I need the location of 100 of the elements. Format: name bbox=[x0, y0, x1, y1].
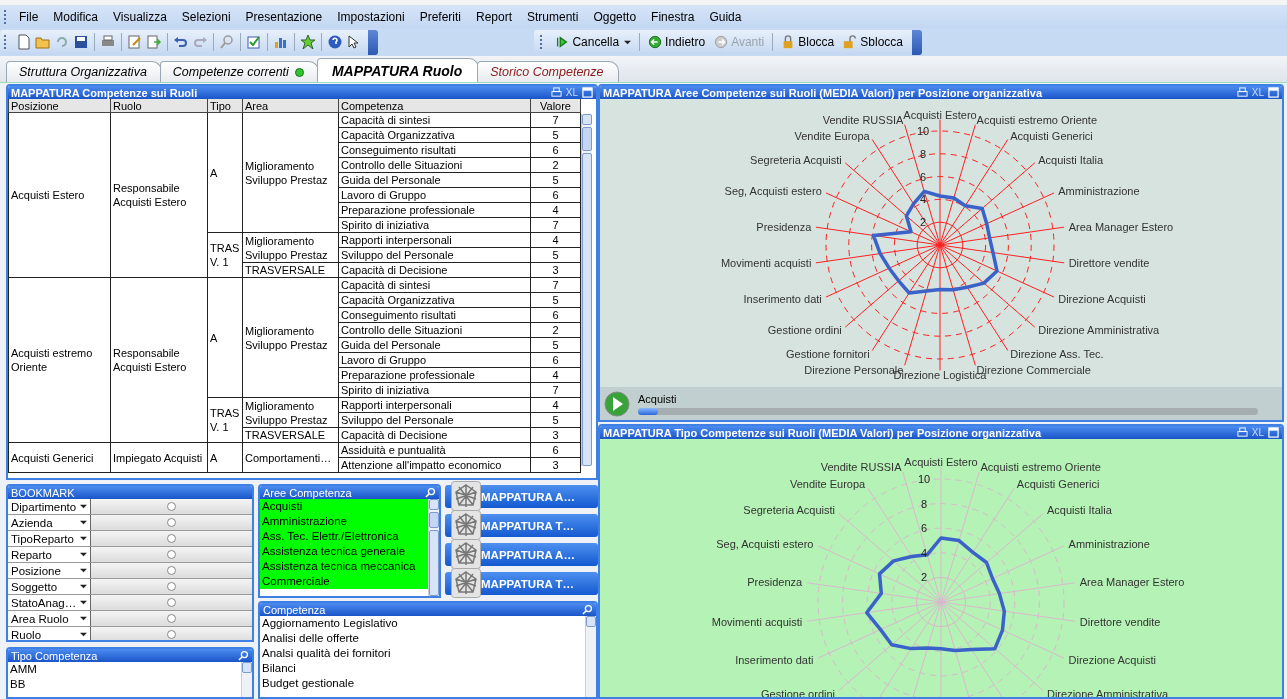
excel-export-button[interactable]: XL bbox=[565, 87, 578, 98]
help-icon[interactable] bbox=[327, 34, 343, 50]
radio-button[interactable] bbox=[167, 534, 176, 543]
column-header[interactable]: Ruolo bbox=[110, 99, 208, 113]
list-item[interactable]: Bilanci bbox=[260, 661, 585, 676]
list-item[interactable]: Amministrazione bbox=[260, 514, 428, 529]
menu-item[interactable]: Visualizza bbox=[107, 9, 176, 24]
excel-export-button[interactable]: XL bbox=[1251, 87, 1264, 98]
bookmark-dropdown[interactable]: Reparto bbox=[8, 547, 91, 562]
radio-button[interactable] bbox=[167, 582, 176, 591]
menu-item[interactable]: Selezioni bbox=[175, 9, 240, 24]
list-item[interactable]: Analisi delle offerte bbox=[260, 631, 585, 646]
maximize-icon[interactable] bbox=[1268, 427, 1279, 438]
scrollbar[interactable] bbox=[241, 662, 252, 697]
list-item[interactable]: Commerciale bbox=[260, 574, 428, 589]
list-item[interactable]: Ass. Tec. Elettr./Elettronica bbox=[260, 529, 428, 544]
print-icon[interactable] bbox=[550, 87, 562, 98]
scrollbar[interactable] bbox=[581, 114, 592, 466]
sheet-tab[interactable]: MAPPATURA Ruolo bbox=[316, 58, 480, 82]
toolbar-overflow-button[interactable] bbox=[368, 29, 378, 55]
menu-item[interactable]: Finestra bbox=[645, 9, 704, 24]
search-icon[interactable] bbox=[238, 650, 249, 661]
bookmark-dropdown[interactable]: TipoReparto bbox=[8, 531, 91, 546]
list-item[interactable]: Aggiornamento Legislativo bbox=[260, 616, 585, 631]
search-icon[interactable] bbox=[425, 487, 436, 498]
menu-item[interactable]: Impostazioni bbox=[331, 9, 414, 24]
new-file-icon[interactable] bbox=[16, 34, 32, 50]
scrollbar[interactable] bbox=[585, 616, 596, 697]
toolbar-button[interactable]: Sblocca bbox=[840, 35, 906, 49]
bookmark-dropdown[interactable]: StatoAnag… bbox=[8, 595, 91, 610]
save-icon[interactable] bbox=[73, 34, 89, 50]
list-item[interactable]: BB bbox=[8, 677, 241, 692]
maximize-icon[interactable] bbox=[1268, 87, 1279, 98]
bookmark-value-field[interactable] bbox=[91, 611, 252, 626]
maximize-icon[interactable] bbox=[582, 87, 593, 98]
column-header[interactable]: Area bbox=[242, 99, 339, 113]
undo-icon[interactable] bbox=[173, 34, 189, 50]
bookmark-value-field[interactable] bbox=[91, 531, 252, 546]
open-folder-icon[interactable] bbox=[35, 34, 51, 50]
checkbox-icon[interactable] bbox=[246, 34, 262, 50]
menu-item[interactable]: Strumenti bbox=[521, 9, 588, 24]
list-item[interactable]: AMM bbox=[8, 662, 241, 677]
radio-button[interactable] bbox=[167, 566, 176, 575]
menu-item[interactable]: Oggetto bbox=[587, 9, 646, 24]
edit-icon[interactable] bbox=[127, 34, 143, 50]
list-item[interactable]: Assistenza tecnica meccanica bbox=[260, 559, 428, 574]
radio-button[interactable] bbox=[167, 518, 176, 527]
list-item[interactable]: Analsi qualità dei fornitori bbox=[260, 646, 585, 661]
menu-item[interactable]: Report bbox=[470, 9, 521, 24]
toolbar-overflow-button[interactable] bbox=[912, 29, 922, 55]
bookmark-value-field[interactable] bbox=[91, 627, 252, 640]
print-icon[interactable] bbox=[1236, 427, 1248, 438]
list-item[interactable]: Assistenza tecnica generale bbox=[260, 544, 428, 559]
table-cell: 5 bbox=[530, 337, 581, 353]
star-icon[interactable] bbox=[300, 34, 316, 50]
toolbar-button[interactable]: Indietro bbox=[645, 35, 709, 49]
bookmark-value-field[interactable] bbox=[91, 595, 252, 610]
bookmark-dropdown[interactable]: Dipartimento bbox=[8, 499, 91, 514]
bookmark-value-field[interactable] bbox=[91, 499, 252, 514]
toolbar-button[interactable]: Blocca bbox=[778, 35, 838, 49]
menu-item[interactable]: Presentazione bbox=[239, 9, 332, 24]
print-icon[interactable] bbox=[1236, 87, 1248, 98]
bookmark-value-field[interactable] bbox=[91, 563, 252, 578]
bookmark-value-field[interactable] bbox=[91, 515, 252, 530]
slider-track[interactable] bbox=[638, 407, 1258, 415]
radio-button[interactable] bbox=[167, 550, 176, 559]
bookmark-dropdown[interactable]: Area Ruolo bbox=[8, 611, 91, 626]
table-cell: TRASVERSALE bbox=[242, 262, 339, 278]
export-icon[interactable] bbox=[146, 34, 162, 50]
menu-item[interactable]: Preferiti bbox=[413, 9, 470, 24]
bookmark-dropdown[interactable]: Azienda bbox=[8, 515, 91, 530]
list-item[interactable]: Acquisti bbox=[260, 499, 428, 514]
bookmark-value-field[interactable] bbox=[91, 579, 252, 594]
sheet-tab[interactable]: Storico Competenze bbox=[477, 61, 619, 82]
excel-export-button[interactable]: XL bbox=[1251, 427, 1264, 438]
radio-button[interactable] bbox=[167, 614, 176, 623]
radio-button[interactable] bbox=[167, 502, 176, 511]
bookmark-dropdown[interactable]: Posizione bbox=[8, 563, 91, 578]
sheet-tab[interactable]: Struttura Organizzativa bbox=[6, 61, 162, 82]
bookmark-dropdown[interactable]: Ruolo bbox=[8, 627, 91, 640]
toolbar-button[interactable]: Cancella bbox=[552, 35, 635, 49]
menu-item[interactable]: Modifica bbox=[47, 9, 108, 24]
column-header[interactable]: Competenza bbox=[338, 99, 531, 113]
table-cell: Responsabile Acquisti Estero bbox=[110, 112, 208, 278]
menu-item[interactable]: File bbox=[13, 9, 48, 24]
scrollbar[interactable] bbox=[428, 499, 439, 596]
search-icon[interactable] bbox=[582, 604, 593, 615]
column-header[interactable]: Posizione bbox=[8, 99, 111, 113]
bookmark-value-field[interactable] bbox=[91, 547, 252, 562]
radio-button[interactable] bbox=[167, 630, 176, 639]
bookmark-dropdown[interactable]: Soggetto bbox=[8, 579, 91, 594]
play-button[interactable] bbox=[604, 390, 630, 417]
radio-button[interactable] bbox=[167, 598, 176, 607]
table-cell: Controllo delle Situazioni bbox=[338, 322, 531, 338]
sheet-tab[interactable]: Competenze correnti bbox=[159, 61, 319, 82]
slider-thumb[interactable] bbox=[638, 407, 658, 415]
menu-item[interactable]: Guida bbox=[703, 9, 751, 24]
list-item[interactable]: Budget gestionale bbox=[260, 676, 585, 691]
column-header[interactable]: Valore bbox=[530, 99, 581, 113]
column-header[interactable]: Tipo bbox=[207, 99, 243, 113]
